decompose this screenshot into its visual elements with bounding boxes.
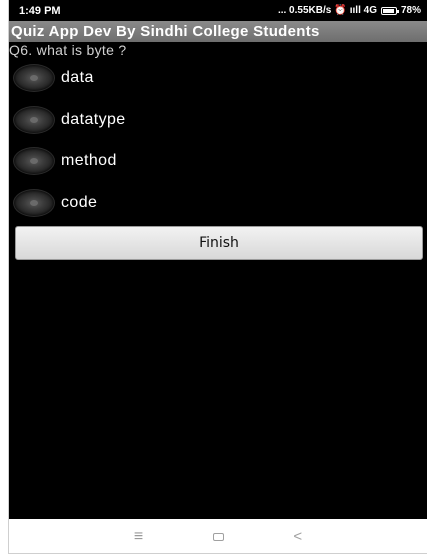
radio-button-icon[interactable] bbox=[13, 147, 55, 175]
phone-screen: 1:49 PM ... 0.55KB/s ⏰ ııll 4G 78% Quiz … bbox=[8, 0, 427, 554]
navigation-bar: ≡ < bbox=[9, 519, 427, 553]
finish-button[interactable]: Finish bbox=[15, 226, 423, 260]
battery-icon bbox=[380, 6, 399, 15]
option-data[interactable]: data bbox=[13, 63, 94, 93]
menu-icon[interactable]: ≡ bbox=[134, 528, 143, 546]
question-text: Q6. what is byte ? bbox=[9, 42, 127, 58]
status-time: 1:49 PM bbox=[19, 4, 61, 17]
alarm-icon: ⏰ bbox=[334, 5, 347, 16]
home-icon[interactable] bbox=[212, 532, 224, 541]
app-title: Quiz App Dev By Sindhi College Students bbox=[11, 23, 320, 40]
option-label: data bbox=[61, 69, 94, 86]
option-label: method bbox=[61, 152, 117, 169]
radio-button-icon[interactable] bbox=[13, 189, 55, 217]
option-datatype[interactable]: datatype bbox=[13, 105, 126, 135]
option-code[interactable]: code bbox=[13, 188, 97, 218]
app-title-bar: Quiz App Dev By Sindhi College Students bbox=[9, 21, 427, 42]
network-speed: ... 0.55KB/s bbox=[277, 5, 332, 16]
status-indicators: ... 0.55KB/s ⏰ ııll 4G 78% bbox=[278, 5, 421, 16]
radio-button-icon[interactable] bbox=[13, 64, 55, 92]
signal-indicator: ııll 4G bbox=[349, 5, 377, 16]
option-label: code bbox=[61, 194, 98, 211]
option-method[interactable]: method bbox=[13, 146, 117, 176]
option-label: datatype bbox=[61, 111, 126, 128]
radio-button-icon[interactable] bbox=[13, 106, 55, 134]
back-icon[interactable]: < bbox=[293, 528, 302, 545]
battery-percent: 78% bbox=[400, 5, 421, 16]
status-bar: 1:49 PM ... 0.55KB/s ⏰ ııll 4G 78% bbox=[9, 0, 427, 21]
